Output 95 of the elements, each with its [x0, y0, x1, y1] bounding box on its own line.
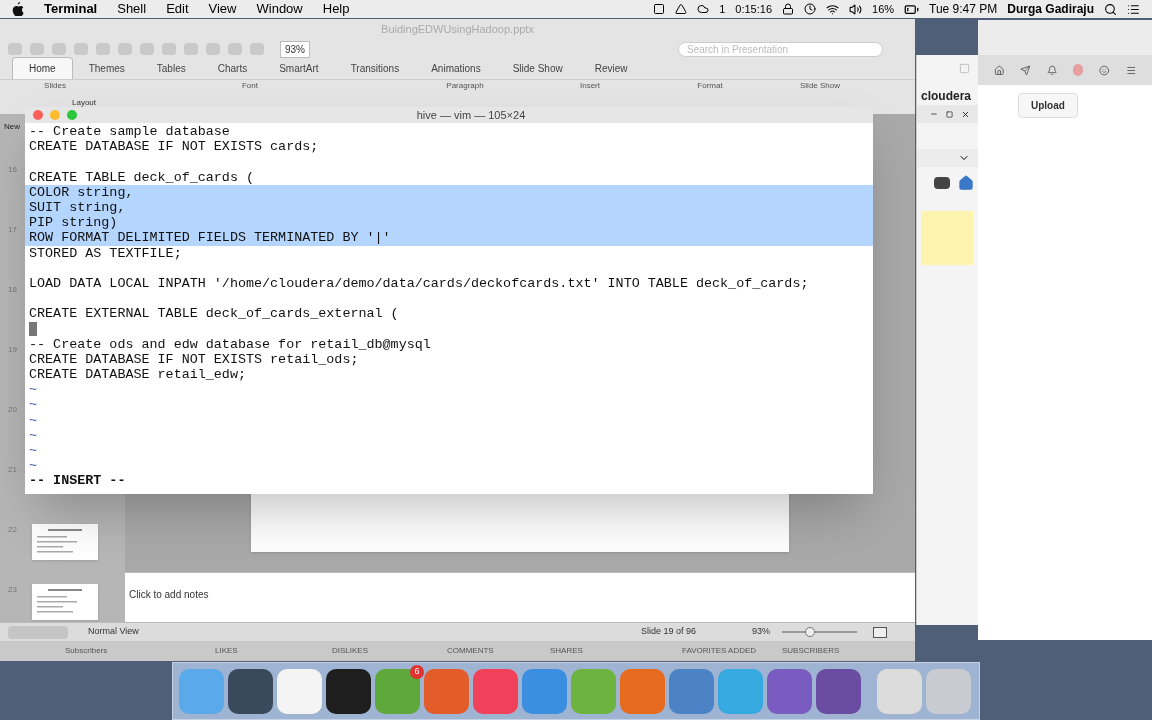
column-header: FAVORITES ADDED	[682, 645, 758, 657]
column-header: COMMENTS	[447, 645, 495, 657]
battery-percent[interactable]: 16%	[872, 0, 895, 18]
menu-item[interactable]: Help	[322, 0, 350, 19]
list-icon[interactable]	[1127, 2, 1140, 16]
slide-number: 22	[8, 524, 18, 536]
group-label: Insert	[579, 80, 601, 92]
code-line: STORED AS TEXTFILE;	[29, 245, 182, 261]
slide-counter: Slide 19 of 96	[640, 625, 696, 639]
new-slide-button[interactable]: New	[4, 121, 20, 133]
code-line: PIP string)	[29, 215, 118, 231]
code-line: LOAD DATA LOCAL INPATH '/home/cloudera/demo/data/cards/deckofcards.txt' INTO TABLE deck_of_cards;	[29, 275, 809, 291]
code-line: CREATE EXTERNAL TABLE deck_of_cards_external (	[29, 306, 399, 322]
group-label: Slide Show	[799, 80, 841, 92]
paper-plane-icon[interactable]	[1020, 63, 1031, 77]
code-line: ROW FORMAT DELIMITED FIELDS TERMINATED BY '|'	[29, 230, 391, 246]
minimize-button[interactable]	[50, 110, 60, 120]
home-icon[interactable]	[958, 175, 974, 191]
tilde-marker: ~	[29, 397, 38, 413]
ribbon-tab[interactable]: Themes	[72, 58, 141, 79]
tilde-marker: ~	[29, 458, 38, 474]
code-line: CREATE DATABASE IF NOT EXISTS retail_ods;	[29, 351, 359, 367]
menu-item[interactable]: View	[208, 0, 237, 19]
lock-icon[interactable]	[782, 3, 794, 15]
fit-icon[interactable]	[873, 626, 887, 638]
ribbon-tab[interactable]: Review	[578, 58, 644, 79]
menu-clock[interactable]: Tue 9:47 PM	[929, 0, 998, 18]
search-icon[interactable]	[1104, 2, 1117, 16]
ribbon-tab[interactable]: Charts	[201, 58, 264, 79]
notification-badge: 6	[410, 664, 424, 679]
column-header: LIKES	[215, 645, 239, 657]
code-line: -- Create sample database	[29, 124, 230, 139]
notes-pane[interactable]: Click to add notes	[125, 572, 915, 622]
slide-thumbnail[interactable]	[32, 524, 98, 560]
code-line: -- Create ods and edw database for retail_db@mysql	[29, 336, 431, 352]
wifi-icon[interactable]	[826, 2, 839, 16]
ribbon-tab[interactable]: Tables	[140, 58, 202, 79]
zoom-field[interactable]: 93%	[280, 40, 310, 58]
copy-icon[interactable]	[959, 63, 970, 74]
tilde-marker: ~	[29, 427, 38, 443]
mode-indicator: -- INSERT --	[29, 473, 126, 489]
code-line: CREATE DATABASE IF NOT EXISTS cards;	[29, 139, 319, 155]
bell-icon[interactable]	[1046, 63, 1058, 77]
minimize-icon[interactable]	[930, 110, 938, 118]
layout-button[interactable]: Layout	[72, 97, 97, 109]
ribbon-tab[interactable]: Slide Show	[496, 58, 579, 79]
tilde-marker: ~	[29, 412, 38, 428]
code-line: SUIT string,	[29, 199, 126, 215]
apple-logo-icon[interactable]	[12, 2, 24, 16]
zoom-button[interactable]	[67, 110, 77, 120]
view-label: Normal View	[88, 625, 139, 639]
group-label: Slides	[43, 80, 67, 92]
user-name[interactable]: Durga Gadiraju	[1007, 0, 1094, 18]
window-icon[interactable]	[653, 3, 666, 15]
subscribers-label: Subscribers	[65, 645, 109, 657]
slide-thumbnail[interactable]	[32, 584, 98, 620]
app-menu[interactable]: Terminal	[44, 0, 98, 19]
slider-thumb[interactable]	[804, 627, 815, 637]
home-icon[interactable]	[994, 63, 1005, 77]
menu-item[interactable]: Window	[256, 0, 303, 19]
tilde-marker: ~	[29, 442, 38, 458]
column-header: SUBSCRIBERS	[782, 645, 841, 657]
volume-icon[interactable]	[849, 2, 862, 16]
code-line: COLOR string,	[29, 184, 134, 200]
drive-icon[interactable]	[675, 3, 688, 15]
zoom-percent: 93%	[752, 625, 770, 639]
code-line: CREATE DATABASE retail_edw;	[29, 367, 246, 382]
cloudera-title: cloudera	[920, 88, 972, 105]
ribbon-tab[interactable]: Animations	[415, 58, 497, 79]
notes-placeholder: Click to add notes	[129, 589, 209, 600]
code-line: CREATE TABLE deck_of_cards (	[29, 169, 254, 185]
ribbon-tab[interactable]: Transitions	[334, 58, 416, 79]
window-title: hive — vim — 105×24	[416, 107, 526, 123]
menu-item[interactable]: Shell	[117, 0, 147, 19]
ribbon-tab[interactable]: SmartArt	[263, 58, 335, 79]
clock-icon[interactable]	[804, 3, 816, 15]
group-label: Format	[696, 80, 724, 92]
highlight-panel	[921, 211, 973, 265]
upload-button[interactable]: Upload	[1018, 93, 1078, 118]
ribbon-tab[interactable]: Home	[12, 57, 73, 79]
smiley-icon[interactable]	[1099, 63, 1110, 77]
column-header: SHARES	[550, 645, 584, 657]
column-header: DISLIKES	[332, 645, 369, 657]
menu-item[interactable]: Edit	[166, 0, 189, 19]
group-label: Font	[241, 80, 259, 92]
close-icon[interactable]	[961, 109, 970, 119]
text-cursor	[29, 322, 37, 337]
cloud-icon[interactable]	[697, 3, 710, 15]
tilde-marker: ~	[29, 382, 38, 398]
adobe-count[interactable]: 1	[719, 0, 726, 18]
timer[interactable]: 0:15:16	[735, 0, 772, 18]
group-label: Paragraph	[445, 80, 485, 92]
window-title: BuidingEDWUsingHadoop.pptx	[381, 21, 534, 37]
close-button[interactable]	[33, 110, 43, 120]
maximize-icon[interactable]	[946, 110, 953, 118]
